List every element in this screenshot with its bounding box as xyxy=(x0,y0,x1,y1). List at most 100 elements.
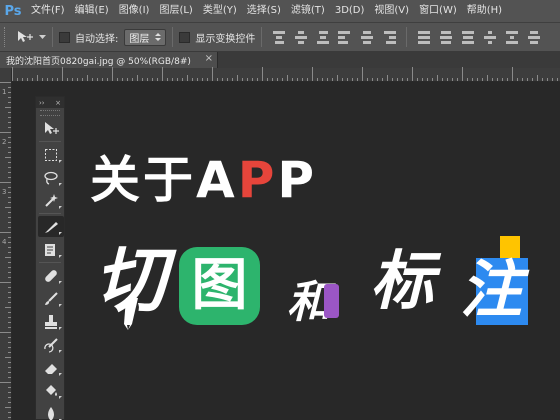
distribute-hcenter-icon[interactable] xyxy=(505,30,519,44)
align-left-icon[interactable] xyxy=(338,30,352,44)
submenu-triangle-icon xyxy=(59,232,62,235)
align-top-icon[interactable] xyxy=(272,30,286,44)
menu-filter[interactable]: 滤镜(T) xyxy=(286,0,330,22)
collapse-panel-icon[interactable]: ›› xyxy=(39,99,45,107)
ruler-tick xyxy=(8,127,11,128)
separator xyxy=(39,141,61,142)
options-grip[interactable] xyxy=(4,27,10,47)
ruler-tick xyxy=(147,78,148,81)
ruler-tick xyxy=(17,78,18,81)
history-brush-tool-button[interactable] xyxy=(38,334,64,355)
ruler-tick xyxy=(97,78,98,81)
show-transform-label: 显示变换控件 xyxy=(195,33,256,45)
separator xyxy=(39,213,61,214)
move-tool-icon xyxy=(18,31,33,42)
history-brush-icon xyxy=(44,337,58,353)
healing-brush-tool-button[interactable] xyxy=(38,265,64,286)
ruler-tick xyxy=(8,112,11,113)
align-right-icon[interactable] xyxy=(382,30,397,44)
ruler-tick xyxy=(492,78,493,81)
ruler-tick xyxy=(8,277,11,278)
menu-select[interactable]: 选择(S) xyxy=(242,0,286,22)
brush-icon xyxy=(45,291,58,305)
ruler-tick xyxy=(8,122,11,123)
ruler-tick xyxy=(8,227,11,228)
menu-edit[interactable]: 编辑(E) xyxy=(70,0,114,22)
ruler-tick xyxy=(547,78,548,81)
ruler-tick xyxy=(8,152,11,153)
ruler-tick xyxy=(212,67,213,81)
menu-image[interactable]: 图像(I) xyxy=(114,0,155,22)
menu-view[interactable]: 视图(V) xyxy=(369,0,414,22)
auto-select-checkbox[interactable] xyxy=(59,31,70,43)
tool-preset-picker[interactable] xyxy=(16,30,46,44)
blur-tool-button[interactable] xyxy=(38,403,64,420)
eraser-tool-button[interactable] xyxy=(38,357,64,378)
chevron-down-icon xyxy=(39,35,46,39)
document-tab[interactable]: 我的沈阳首页0820gai.jpg @ 50%(RGB/8#) × xyxy=(0,52,218,68)
menu-help[interactable]: 帮助(H) xyxy=(462,0,507,22)
tools-grip[interactable] xyxy=(40,110,60,116)
align-bottom-icon[interactable] xyxy=(316,30,330,44)
ruler-tick xyxy=(42,78,43,81)
ruler-tick xyxy=(472,78,473,81)
ruler-tick xyxy=(8,397,11,398)
ruler-tick xyxy=(307,78,308,81)
menu-layer[interactable]: 图层(L) xyxy=(154,0,197,22)
align-hcenter-icon[interactable] xyxy=(360,30,374,44)
separator xyxy=(39,262,61,263)
magic-wand-tool-button[interactable] xyxy=(38,190,64,211)
ruler-tick xyxy=(467,78,468,81)
ruler-tick xyxy=(8,162,11,163)
ruler-tick xyxy=(8,352,11,353)
paint-bucket-tool-button[interactable] xyxy=(38,380,64,401)
ruler-tick xyxy=(162,67,163,81)
ruler-tick xyxy=(8,377,11,378)
auto-select-value: 图层 xyxy=(129,33,150,45)
ruler-tick xyxy=(527,78,528,81)
ruler-tick xyxy=(377,78,378,81)
headline-text: 关于APP xyxy=(90,150,317,210)
submenu-triangle-icon xyxy=(59,327,62,330)
ruler-tick xyxy=(207,78,208,81)
ruler-tick xyxy=(8,262,11,263)
close-panel-icon[interactable]: × xyxy=(55,99,61,107)
ruler-tick xyxy=(0,132,11,133)
lasso-tool-button[interactable] xyxy=(38,167,64,188)
align-vcenter-icon[interactable] xyxy=(294,30,308,44)
tools-panel-header[interactable]: ›› × xyxy=(36,97,64,108)
eyedropper-tool-button[interactable] xyxy=(38,239,64,260)
submenu-triangle-icon xyxy=(59,281,62,284)
menu-window[interactable]: 窗口(W) xyxy=(414,0,462,22)
ruler-tick xyxy=(37,75,38,81)
move-tool-button[interactable] xyxy=(38,118,64,139)
app-logo: Ps xyxy=(4,3,22,19)
distribute-left-icon[interactable] xyxy=(483,30,497,44)
ruler-tick xyxy=(5,157,11,158)
auto-select-dropdown[interactable]: 图层 xyxy=(124,28,167,46)
ruler-tick xyxy=(302,78,303,81)
menu-3d[interactable]: 3D(D) xyxy=(330,0,370,22)
close-tab-icon[interactable]: × xyxy=(205,53,213,64)
show-transform-checkbox[interactable] xyxy=(179,31,191,43)
distribute-bottom-icon[interactable] xyxy=(461,30,475,44)
menu-file[interactable]: 文件(F) xyxy=(26,0,70,22)
ruler-tick xyxy=(8,177,11,178)
menu-type[interactable]: 类型(Y) xyxy=(198,0,242,22)
brush-tool-button[interactable] xyxy=(38,288,64,309)
distribute-top-icon[interactable] xyxy=(417,30,431,44)
slice-tool-button[interactable] xyxy=(38,216,64,237)
marquee-tool-button[interactable] xyxy=(38,144,64,165)
ruler-tick xyxy=(237,75,238,81)
ruler-tick xyxy=(247,78,248,81)
ruler-tick xyxy=(8,322,11,323)
clone-stamp-tool-button[interactable] xyxy=(38,311,64,332)
ruler-tick xyxy=(8,87,11,88)
ruler-horizontal xyxy=(12,67,560,82)
ruler-tick xyxy=(202,78,203,81)
ruler-tick xyxy=(8,287,11,288)
distribute-vcenter-icon[interactable] xyxy=(439,30,453,44)
distribute-right-icon[interactable] xyxy=(527,30,541,44)
ruler-tick xyxy=(8,302,11,303)
ruler-tick xyxy=(0,82,11,83)
